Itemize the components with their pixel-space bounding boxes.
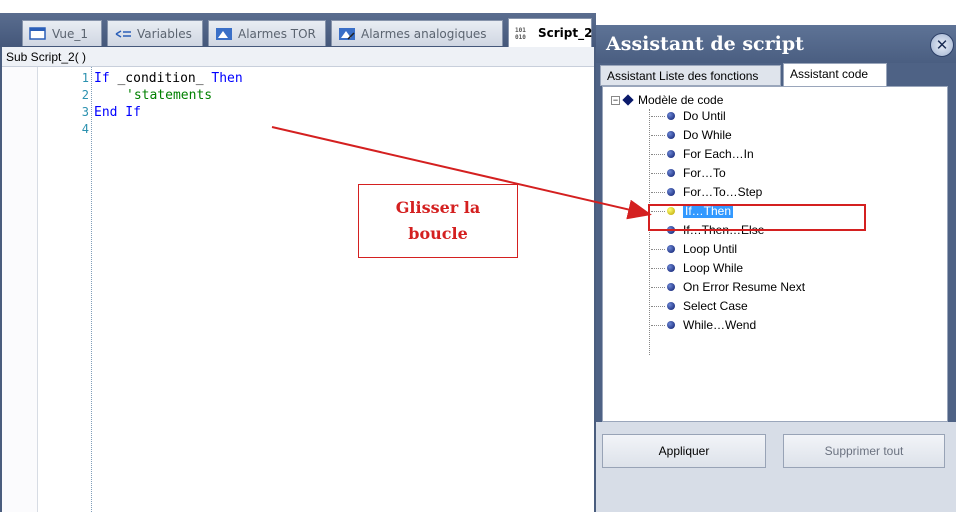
code-template-icon <box>667 245 675 253</box>
tree-item-label: Select Case <box>683 299 748 313</box>
tab-code-assistant[interactable]: Assistant code <box>783 63 887 86</box>
code-line-1[interactable]: If _condition_ Then <box>94 71 243 86</box>
tab-alarmes-tor[interactable]: Alarmes TOR <box>208 20 326 46</box>
tree-item-label: For Each…In <box>683 147 754 161</box>
sub-header: Sub Script_2( ) <box>2 47 594 67</box>
line-number: 2 <box>81 88 89 102</box>
tree-root[interactable]: − Modèle de code <box>611 93 723 107</box>
tab-bar: Vue_1 Variables Alarmes TOR Alarmes anal… <box>0 13 596 47</box>
breakpoint-margin[interactable] <box>2 67 38 512</box>
tree-item[interactable]: Do Until <box>651 109 726 123</box>
tree-item-label: Do Until <box>683 109 726 123</box>
tree-item[interactable]: Select Case <box>651 299 748 313</box>
line-number: 3 <box>81 105 89 119</box>
script-assistant-panel: Assistant de script ✕ Assistant Liste de… <box>596 25 956 512</box>
svg-text:101: 101 <box>515 27 526 34</box>
annotation-callout: Glisser la boucle <box>358 184 518 258</box>
tab-vue-1[interactable]: Vue_1 <box>22 20 102 46</box>
script-editor-window: Vue_1 Variables Alarmes TOR Alarmes anal… <box>0 13 596 512</box>
code-template-icon <box>667 302 675 310</box>
annotation-line-2: boucle <box>408 224 468 243</box>
tab-label: Vue_1 <box>52 26 89 41</box>
alarm-analog-icon <box>338 27 356 41</box>
assistant-titlebar: Assistant de script ✕ <box>596 25 956 63</box>
svg-text:010: 010 <box>515 34 526 40</box>
tree-item-label: While…Wend <box>683 318 757 332</box>
code-template-icon <box>667 264 675 272</box>
root-diamond-icon <box>622 94 634 106</box>
tree-root-label: Modèle de code <box>638 93 724 107</box>
line-number: 1 <box>81 71 89 85</box>
tree-connector <box>649 109 650 355</box>
tree-item[interactable]: Do While <box>651 128 732 142</box>
tree-branch <box>651 248 665 250</box>
assistant-title: Assistant de script <box>606 33 804 55</box>
code-template-icon <box>667 112 675 120</box>
tree-branch <box>651 286 665 288</box>
tree-branch <box>651 267 665 269</box>
comment-statements: 'statements <box>126 88 213 103</box>
tree-item-label: For…To…Step <box>683 185 763 199</box>
keyword-if: If <box>94 71 110 86</box>
tree-item[interactable]: On Error Resume Next <box>651 280 805 294</box>
screen-icon <box>29 26 47 41</box>
tree-item[interactable]: Loop While <box>651 261 743 275</box>
code-template-icon <box>667 131 675 139</box>
tree-item-label: Loop While <box>683 261 744 275</box>
tree-item-label: Do While <box>683 128 732 142</box>
code-line-3[interactable]: End If <box>94 105 141 120</box>
tab-alarmes-analogiques[interactable]: Alarmes analogiques <box>331 20 503 46</box>
tab-script-2[interactable]: 101 010 Script_2 <box>508 18 592 47</box>
tree-branch <box>651 324 665 326</box>
apply-button[interactable]: Appliquer <box>602 434 766 468</box>
tree-item-label: For…To <box>683 166 726 180</box>
tab-label: Alarmes analogiques <box>361 26 487 41</box>
tree-item[interactable]: For…To…Step <box>651 185 762 199</box>
code-line-2[interactable]: 'statements <box>94 88 212 103</box>
collapse-icon[interactable]: − <box>611 95 620 105</box>
keyword-then: Then <box>211 71 243 86</box>
tree-item-label: Loop Until <box>683 242 738 256</box>
close-icon: ✕ <box>935 36 949 54</box>
code-template-tree: − Modèle de code Do Until Do While For Eac… <box>602 86 948 422</box>
line-number: 4 <box>81 122 89 136</box>
tree-branch <box>651 172 665 174</box>
code-template-icon <box>667 188 675 196</box>
tree-branch <box>651 153 665 155</box>
tree-branch <box>651 305 665 307</box>
tab-label: Alarmes TOR <box>238 26 316 41</box>
tree-item[interactable]: For…To <box>651 166 726 180</box>
button-area: Appliquer Supprimer tout <box>596 422 956 512</box>
selection-highlight-box <box>648 204 866 231</box>
clear-all-button[interactable]: Supprimer tout <box>783 434 945 468</box>
tree-item[interactable]: For Each…In <box>651 147 754 161</box>
tab-variables[interactable]: Variables <box>107 20 203 46</box>
code-template-icon <box>667 169 675 177</box>
variables-icon <box>114 27 132 41</box>
code-template-icon <box>667 321 675 329</box>
alarm-tor-icon <box>215 27 233 41</box>
keyword-end-if: End If <box>94 105 141 120</box>
code-template-icon <box>667 283 675 291</box>
close-button[interactable]: ✕ <box>930 33 954 57</box>
tree-branch <box>651 115 665 117</box>
tree-item-label: On Error Resume Next <box>683 280 806 294</box>
tab-label: Variables <box>137 26 192 41</box>
script-icon: 101 010 <box>515 26 533 41</box>
code-template-icon <box>667 150 675 158</box>
condition-text: _condition_ <box>109 71 212 86</box>
tree-branch <box>651 134 665 136</box>
tree-item[interactable]: While…Wend <box>651 318 756 332</box>
tree-branch <box>651 191 665 193</box>
code-editor[interactable]: Sub Script_2( ) 1 2 3 4 If _condition_ T… <box>2 47 594 512</box>
annotation-line-1: Glisser la <box>395 198 481 217</box>
tree-item[interactable]: Loop Until <box>651 242 737 256</box>
tab-label: Script_2 <box>538 26 593 40</box>
line-number-gutter: 1 2 3 4 <box>38 67 92 512</box>
tab-function-list-assistant[interactable]: Assistant Liste des fonctions <box>600 65 781 86</box>
